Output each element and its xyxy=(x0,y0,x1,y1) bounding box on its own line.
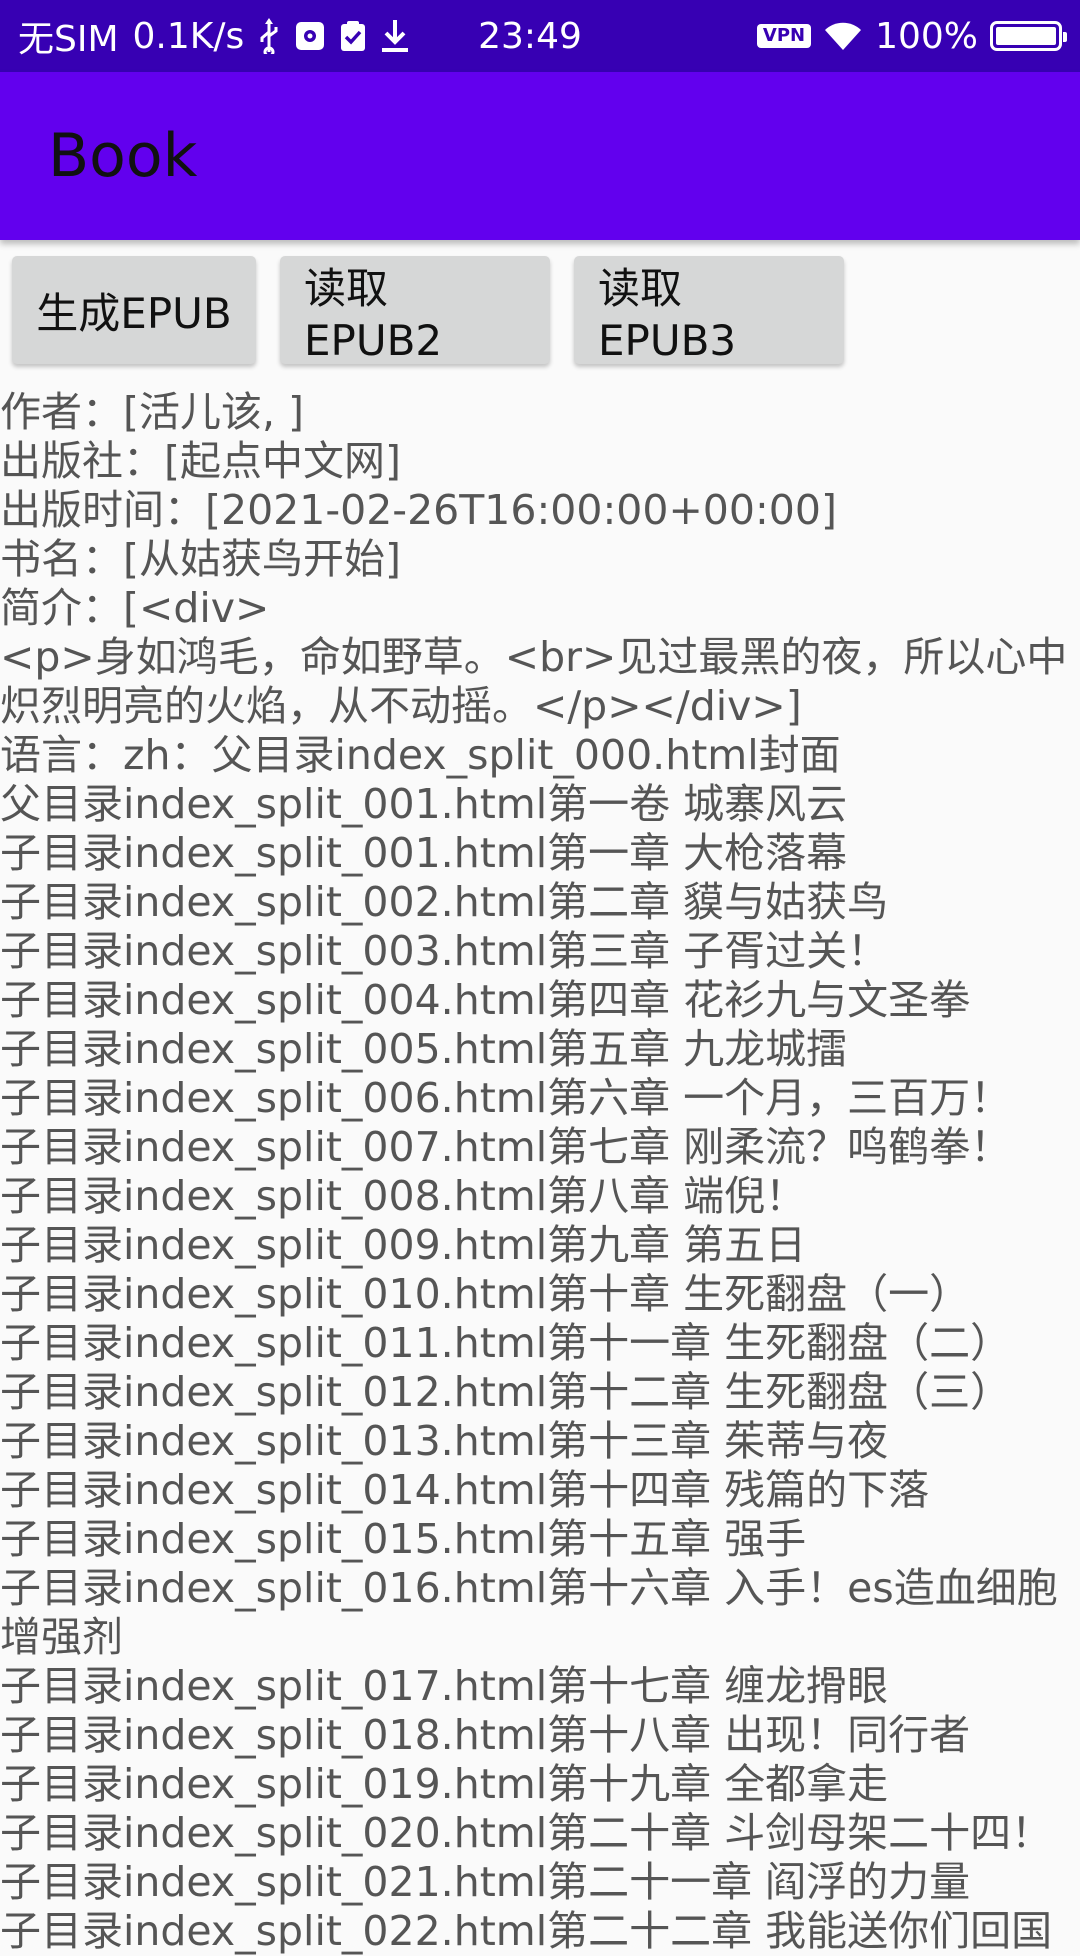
status-bar: 无SIM 0.1K/s 23:49 VPN 100% xyxy=(0,0,1080,72)
vpn-icon: VPN xyxy=(756,24,812,48)
content-line: 出版社：[起点中文网] xyxy=(0,437,401,485)
content-line: 子目录index_split_022.html第二十二章 我能送你们回国 xyxy=(0,1907,1053,1955)
content-line: 子目录index_split_004.html第四章 花衫九与文圣拳 xyxy=(0,976,971,1024)
content-line: 子目录index_split_013.html第十三章 茱蒂与夜 xyxy=(0,1417,889,1465)
content-line: 简介：[<div> xyxy=(0,584,270,632)
status-right: VPN 100% xyxy=(756,0,1067,72)
content-line: 子目录index_split_020.html第二十章 斗剑母架二十四！ xyxy=(0,1809,1053,1857)
book-info-text: 作者：[活儿该, ] 出版社：[起点中文网] 出版时间：[2021-02-26T16… xyxy=(0,388,1080,1956)
app-title: Book xyxy=(48,121,198,191)
app-bar: Book xyxy=(0,72,1080,240)
content-line: 子目录index_split_002.html第二章 貘与姑获鸟 xyxy=(0,878,889,926)
content-line: 语言：zh：父目录index_split_000.html封面 xyxy=(0,731,841,779)
content-line: 子目录index_split_005.html第五章 九龙城擂 xyxy=(0,1025,848,1073)
battery-level xyxy=(996,27,1056,45)
content-line: 子目录index_split_014.html第十四章 残篇的下落 xyxy=(0,1466,930,1514)
content-line: 子目录index_split_001.html第一章 大枪落幕 xyxy=(0,829,848,877)
battery-percent: 100% xyxy=(875,15,978,57)
content-line: 父目录index_split_001.html第一卷 城寨风云 xyxy=(0,780,848,828)
content-line: 作者：[活儿该, ] xyxy=(0,388,305,436)
content-line: 子目录index_split_007.html第七章 刚柔流？鸣鹤拳！ xyxy=(0,1123,1012,1171)
battery-icon xyxy=(990,21,1067,51)
content-line: 子目录index_split_016.html第十六章 入手！es造血细胞增强剂 xyxy=(0,1564,1058,1661)
wifi-icon xyxy=(823,20,863,52)
content-line: 子目录index_split_003.html第三章 子胥过关！ xyxy=(0,927,889,975)
content-line: 子目录index_split_008.html第八章 端倪！ xyxy=(0,1172,807,1220)
content-line: 子目录index_split_010.html第十章 生死翻盘（一） xyxy=(0,1270,971,1318)
content-line: 子目录index_split_011.html第十一章 生死翻盘（二） xyxy=(0,1319,1012,1367)
content-line: 子目录index_split_015.html第十五章 强手 xyxy=(0,1515,807,1563)
content-line: 子目录index_split_006.html第六章 一个月，三百万！ xyxy=(0,1074,1012,1122)
read-epub3-button[interactable]: 读取EPUB3 xyxy=(574,256,844,365)
generate-epub-button[interactable]: 生成EPUB xyxy=(12,256,256,364)
action-button-row: 生成EPUB 读取EPUB2 读取EPUB3 xyxy=(12,256,844,365)
content-line: 子目录index_split_012.html第十二章 生死翻盘（三） xyxy=(0,1368,1012,1416)
content-line: 子目录index_split_017.html第十七章 缠龙搰眼 xyxy=(0,1662,889,1710)
content-line: <p>身如鸿毛，命如野草。<br>见过最黑的夜，所以心中炽烈明亮的火焰，从不动摇… xyxy=(0,633,1068,730)
content-line: 出版时间：[2021-02-26T16:00:00+00:00] xyxy=(0,486,837,534)
read-epub2-button[interactable]: 读取EPUB2 xyxy=(280,256,550,365)
content-line: 书名：[从姑获鸟开始] xyxy=(0,535,401,583)
content-line: 子目录index_split_018.html第十八章 出现！同行者 xyxy=(0,1711,971,1759)
content-line: 子目录index_split_021.html第二十一章 阎浮的力量 xyxy=(0,1858,971,1906)
content-line: 子目录index_split_009.html第九章 第五日 xyxy=(0,1221,807,1269)
content-line: 子目录index_split_019.html第十九章 全都拿走 xyxy=(0,1760,889,1808)
